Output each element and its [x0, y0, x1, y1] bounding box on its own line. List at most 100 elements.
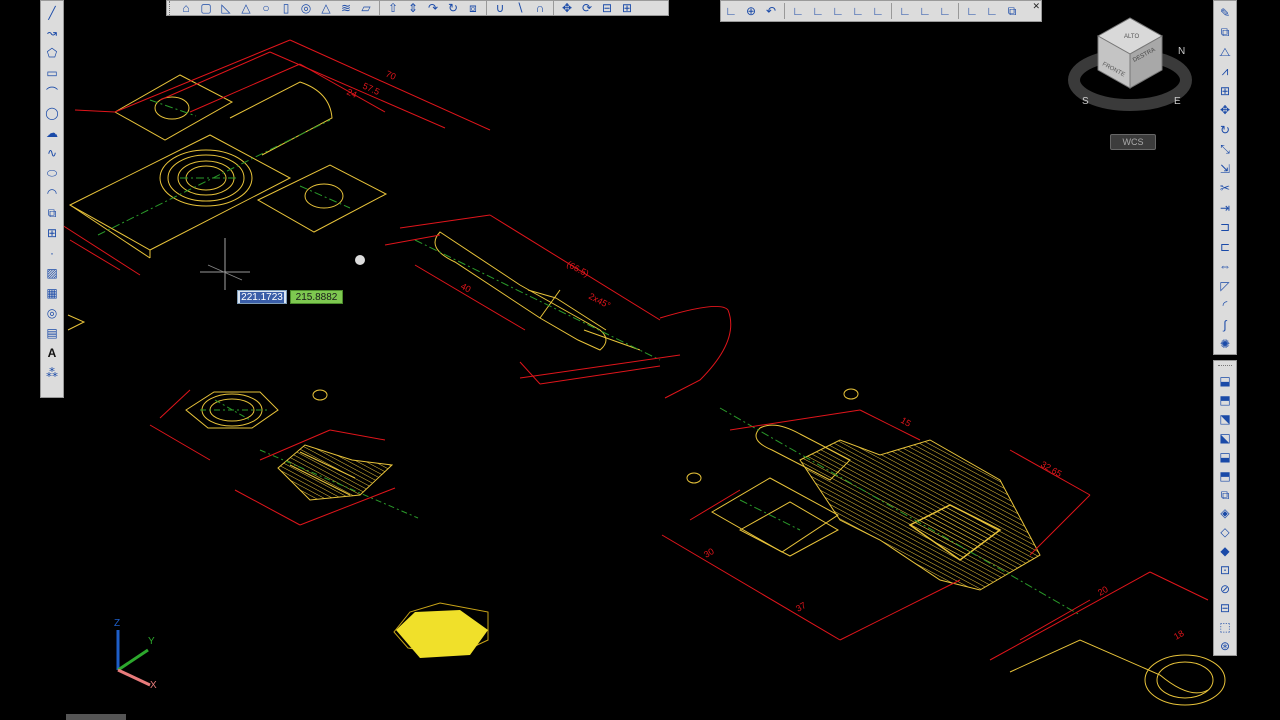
dynamic-input-x[interactable]: 221.1723 — [237, 290, 287, 304]
3darray-icon[interactable]: ⊞ — [618, 0, 636, 17]
sphere-icon[interactable]: ○ — [257, 0, 275, 17]
rotate-icon[interactable]: ↻ — [1216, 121, 1234, 139]
mtext-icon[interactable]: A — [43, 344, 61, 362]
line-icon[interactable]: ╱ — [43, 4, 61, 22]
subtract-icon[interactable]: ∖ — [511, 0, 529, 17]
cone-icon[interactable]: △ — [237, 0, 255, 17]
copy-faces-icon[interactable]: ⧉ — [1216, 486, 1234, 503]
add-selected-icon[interactable]: ⁂ — [43, 364, 61, 382]
box-icon[interactable]: ▢ — [197, 0, 215, 17]
join-icon[interactable]: ⇔ — [1216, 258, 1234, 276]
check-icon[interactable]: ⊛ — [1216, 637, 1234, 654]
union-icon[interactable]: ∪ — [491, 0, 509, 17]
ucs-face-icon[interactable]: ∟ — [789, 2, 807, 20]
color-faces-icon[interactable]: ◈ — [1216, 505, 1234, 522]
trim-icon[interactable]: ✂ — [1216, 180, 1234, 198]
close-icon[interactable]: ✕ — [1032, 1, 1040, 12]
ucs-origin-icon[interactable]: ∟ — [849, 2, 867, 20]
polysolid-icon[interactable]: ⌂ — [177, 0, 195, 17]
3drotate-icon[interactable]: ⟳ — [578, 0, 596, 17]
compass-east[interactable]: E — [1174, 96, 1181, 107]
rotate-faces-icon[interactable]: ⬓ — [1216, 448, 1234, 465]
fillet-icon[interactable]: ◜ — [1216, 297, 1234, 315]
ucs-z-icon[interactable]: ∟ — [963, 2, 981, 20]
erase-icon[interactable]: ✎ — [1216, 4, 1234, 22]
scale-icon[interactable]: ⤡ — [1216, 141, 1234, 159]
spline-icon[interactable]: ∿ — [43, 144, 61, 162]
3dmove-icon[interactable]: ✥ — [558, 0, 576, 17]
offset-icon[interactable]: ⩘ — [1216, 63, 1234, 81]
region-icon[interactable]: ◎ — [43, 304, 61, 322]
ellipse-arc-icon[interactable]: ◠ — [43, 184, 61, 202]
move-faces-icon[interactable]: ⬒ — [1216, 392, 1234, 409]
dynamic-input-y[interactable]: 215.8882 — [290, 290, 343, 304]
compass-north[interactable]: N — [1178, 46, 1185, 57]
ucs-3point-icon[interactable]: ∟ — [896, 2, 914, 20]
revcloud-icon[interactable]: ☁ — [43, 124, 61, 142]
polygon-icon[interactable]: ⬠ — [43, 44, 61, 62]
separate-icon[interactable]: ⊟ — [1216, 599, 1234, 616]
imprint-icon[interactable]: ⊡ — [1216, 562, 1234, 579]
compass-south[interactable]: S — [1082, 96, 1089, 107]
loft-icon[interactable]: ⧈ — [464, 0, 482, 17]
extrude-icon[interactable]: ⇧ — [384, 0, 402, 17]
revolve-icon[interactable]: ↻ — [444, 0, 462, 17]
sweep-icon[interactable]: ↷ — [424, 0, 442, 17]
presspull-icon[interactable]: ⇕ — [404, 0, 422, 17]
torus-icon[interactable]: ◎ — [297, 0, 315, 17]
chamfer-icon[interactable]: ◸ — [1216, 277, 1234, 295]
ucs-apply-icon[interactable]: ∟ — [983, 2, 1001, 20]
polyline-icon[interactable]: ↝ — [43, 24, 61, 42]
wedge-icon[interactable]: ◺ — [217, 0, 235, 17]
point-icon[interactable]: · — [43, 244, 61, 262]
gradient-icon[interactable]: ▦ — [43, 284, 61, 302]
status-bar-tab[interactable] — [66, 714, 126, 720]
ucs-object-icon[interactable]: ∟ — [809, 2, 827, 20]
delete-faces-icon[interactable]: ⬕ — [1216, 429, 1234, 446]
drawing-canvas[interactable]: 70 57.5 24 (66.5) 2x45° 40 32.65 30 37 1… — [0, 0, 1280, 720]
hatch-icon[interactable]: ▨ — [43, 264, 61, 282]
array-icon[interactable]: ⊞ — [1216, 82, 1234, 100]
planar-surface-icon[interactable]: ▱ — [357, 0, 375, 17]
mirror-icon[interactable]: ⧍ — [1216, 43, 1234, 61]
table-icon[interactable]: ▤ — [43, 324, 61, 342]
viewcube-top[interactable]: ALTO — [1124, 34, 1139, 40]
shell-icon[interactable]: ⬚ — [1216, 618, 1234, 635]
offset-faces-icon[interactable]: ⬔ — [1216, 411, 1234, 428]
ucs-icon-button[interactable]: ∟ — [722, 2, 740, 20]
copy-edges-icon[interactable]: ◇ — [1216, 524, 1234, 541]
ucs-view-icon[interactable]: ∟ — [829, 2, 847, 20]
helix-icon[interactable]: ≋ — [337, 0, 355, 17]
extrude-faces-icon[interactable]: ⬓ — [1216, 373, 1234, 390]
make-block-icon[interactable]: ⊞ — [43, 224, 61, 242]
ucs-x-icon[interactable]: ∟ — [916, 2, 934, 20]
clean-icon[interactable]: ⊘ — [1216, 581, 1234, 598]
explode-icon[interactable]: ✺ — [1216, 336, 1234, 354]
wcs-menu[interactable]: WCS — [1110, 134, 1156, 150]
ucs-y-icon[interactable]: ∟ — [936, 2, 954, 20]
stretch-icon[interactable]: ⇲ — [1216, 160, 1234, 178]
color-edges-icon[interactable]: ◆ — [1216, 543, 1234, 560]
cylinder-icon[interactable]: ▯ — [277, 0, 295, 17]
rectangle-icon[interactable]: ▭ — [43, 64, 61, 82]
ucs-named-icon[interactable]: ⧉ — [1003, 2, 1021, 20]
break-icon[interactable]: ⊏ — [1216, 238, 1234, 256]
dynamic-input-x-value[interactable]: 221.1723 — [240, 292, 284, 303]
toolbar-grip[interactable] — [169, 1, 174, 15]
arc-icon[interactable]: ⌒ — [43, 84, 61, 102]
ellipse-icon[interactable]: ⬭ — [43, 164, 61, 182]
circle-icon[interactable]: ◯ — [43, 104, 61, 122]
toolbar-grip[interactable] — [1218, 365, 1232, 370]
blend-icon[interactable]: ∫ — [1216, 316, 1234, 334]
extend-icon[interactable]: ⇥ — [1216, 199, 1234, 217]
ucs-previous-icon[interactable]: ↶ — [762, 2, 780, 20]
ucs-zaxis-icon[interactable]: ∟ — [869, 2, 887, 20]
move-icon[interactable]: ✥ — [1216, 102, 1234, 120]
copy-icon[interactable]: ⧉ — [1216, 24, 1234, 42]
3dalign-icon[interactable]: ⊟ — [598, 0, 616, 17]
taper-faces-icon[interactable]: ⬒ — [1216, 467, 1234, 484]
ucs-world-icon[interactable]: ⊕ — [742, 2, 760, 20]
pyramid-icon[interactable]: △ — [317, 0, 335, 17]
break-point-icon[interactable]: ⊐ — [1216, 219, 1234, 237]
insert-block-icon[interactable]: ⧉ — [43, 204, 61, 222]
